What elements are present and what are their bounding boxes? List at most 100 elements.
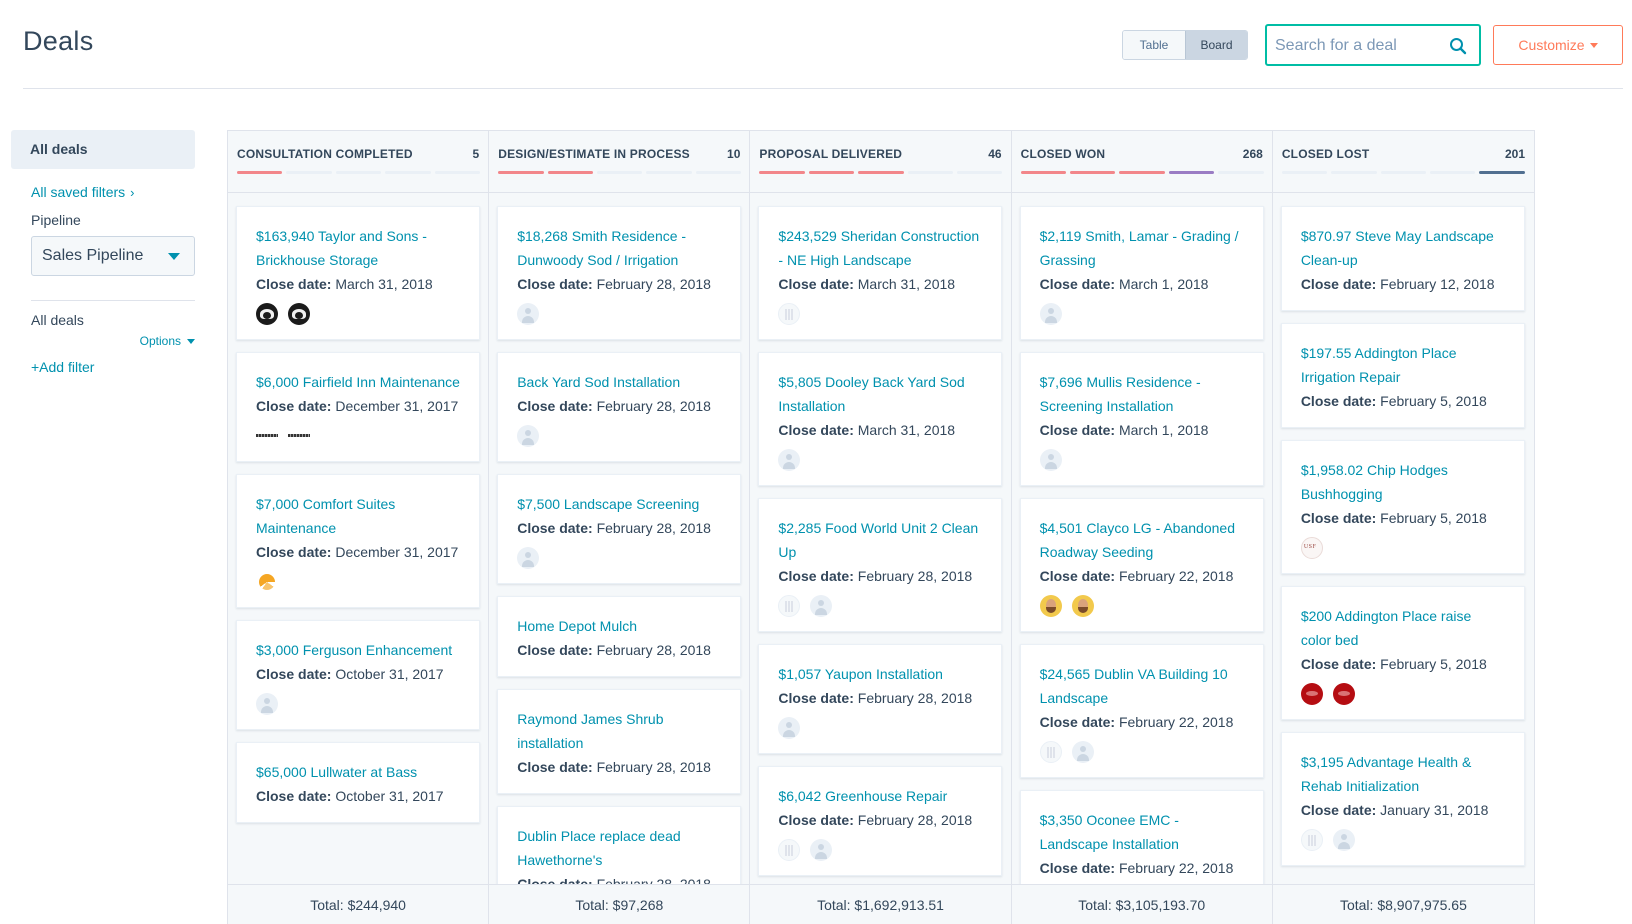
deal-name-link[interactable]: $6,042 Greenhouse Repair bbox=[778, 784, 982, 808]
contact-avatar-icon[interactable] bbox=[1039, 303, 1062, 325]
deal-name-link[interactable]: $5,805 Dooley Back Yard Sod Installation bbox=[778, 370, 982, 418]
deal-card[interactable]: $7,000 Comfort Suites Maintenance Close d… bbox=[236, 474, 480, 608]
company-avatar-icon[interactable] bbox=[1300, 829, 1323, 851]
deal-name-link[interactable]: Back Yard Sod Installation bbox=[517, 370, 721, 394]
deal-name-link[interactable]: $870.97 Steve May Landscape Clean-up bbox=[1301, 224, 1505, 272]
deal-name-link[interactable]: $1,958.02 Chip Hodges Bushhogging bbox=[1301, 458, 1505, 506]
marriott-avatar-icon[interactable] bbox=[288, 425, 310, 447]
search-input[interactable] bbox=[1275, 35, 1435, 57]
deal-name-link[interactable]: $2,119 Smith, Lamar - Grading / Grassing bbox=[1040, 224, 1244, 272]
board-view-button[interactable]: Board bbox=[1185, 31, 1247, 59]
deal-card[interactable]: $7,696 Mullis Residence - Screening Inst… bbox=[1019, 352, 1264, 486]
deal-name-link[interactable]: $7,696 Mullis Residence - Screening Inst… bbox=[1040, 370, 1244, 418]
close-date: Close date: March 31, 2018 bbox=[778, 418, 982, 442]
deal-card[interactable]: Home Depot Mulch Close date: February 28,… bbox=[497, 596, 742, 677]
deal-card[interactable]: $6,042 Greenhouse Repair Close date: Febr… bbox=[758, 766, 1003, 876]
contact-avatar-icon[interactable] bbox=[1039, 449, 1062, 471]
deal-card[interactable]: $5,805 Dooley Back Yard Sod Installation… bbox=[758, 352, 1003, 486]
deal-card[interactable]: $2,119 Smith, Lamar - Grading / Grassing… bbox=[1019, 206, 1264, 340]
sidebar-item-all-deals[interactable]: All deals bbox=[11, 130, 195, 169]
deal-name-link[interactable]: $2,285 Food World Unit 2 Clean Up bbox=[778, 516, 982, 564]
deal-card[interactable]: $3,000 Ferguson Enhancement Close date: O… bbox=[236, 620, 480, 730]
red-avatar-icon[interactable] bbox=[1300, 683, 1323, 705]
deal-card[interactable]: $2,285 Food World Unit 2 Clean Up Close d… bbox=[758, 498, 1003, 632]
company-avatar-icon[interactable] bbox=[778, 595, 801, 617]
progress-segment bbox=[1119, 171, 1165, 174]
progress-segment bbox=[385, 171, 431, 174]
deal-card[interactable]: $163,940 Taylor and Sons - Brickhouse St… bbox=[236, 206, 480, 340]
deal-card[interactable]: $6,000 Fairfield Inn Maintenance Close da… bbox=[236, 352, 480, 462]
deal-name-link[interactable]: Raymond James Shrub installation bbox=[517, 707, 721, 755]
deal-name-link[interactable]: $4,501 Clayco LG - Abandoned Roadway See… bbox=[1040, 516, 1244, 564]
options-dropdown[interactable]: Options bbox=[11, 334, 195, 348]
deal-card[interactable]: $1,958.02 Chip Hodges Bushhogging Close d… bbox=[1280, 440, 1525, 574]
deal-name-link[interactable]: $197.55 Addington Place Irrigation Repai… bbox=[1301, 341, 1505, 389]
deal-name-link[interactable]: $163,940 Taylor and Sons - Brickhouse St… bbox=[256, 224, 460, 272]
deal-card[interactable]: $3,195 Advantage Health & Rehab Initiali… bbox=[1280, 732, 1525, 866]
deal-card[interactable]: Raymond James Shrub installation Close da… bbox=[497, 689, 742, 794]
contact-avatar-icon[interactable] bbox=[778, 449, 801, 471]
deal-card[interactable]: $18,268 Smith Residence - Dunwoody Sod /… bbox=[497, 206, 742, 340]
company-avatar-icon[interactable] bbox=[1039, 741, 1062, 763]
deal-card[interactable]: $243,529 Sheridan Construction - NE High… bbox=[758, 206, 1003, 340]
deal-name-link[interactable]: $65,000 Lullwater at Bass bbox=[256, 760, 460, 784]
deal-name-link[interactable]: $6,000 Fairfield Inn Maintenance bbox=[256, 370, 460, 394]
deal-name-link[interactable]: $3,195 Advantage Health & Rehab Initiali… bbox=[1301, 750, 1505, 798]
deal-name-link[interactable]: Home Depot Mulch bbox=[517, 614, 721, 638]
current-view-name: All deals bbox=[31, 312, 84, 328]
dark-avatar-icon[interactable] bbox=[256, 303, 278, 325]
close-date-value: February 28, 2018 bbox=[596, 398, 711, 414]
deal-card[interactable]: $4,501 Clayco LG - Abandoned Roadway See… bbox=[1019, 498, 1264, 632]
search-icon[interactable] bbox=[1449, 37, 1467, 55]
deal-name-link[interactable]: $1,057 Yaupon Installation bbox=[778, 662, 982, 686]
company-avatar-icon[interactable] bbox=[778, 839, 801, 861]
contact-avatar-icon[interactable] bbox=[517, 303, 540, 325]
dark-avatar-icon[interactable] bbox=[288, 303, 310, 325]
close-date-label: Close date: bbox=[1300, 656, 1377, 672]
close-date-value: December 31, 2017 bbox=[335, 398, 459, 414]
contact-avatar-icon[interactable] bbox=[256, 693, 278, 715]
add-filter-link[interactable]: +Add filter bbox=[11, 359, 195, 375]
close-date-label: Close date: bbox=[778, 422, 854, 438]
deal-card[interactable]: $65,000 Lullwater at Bass Close date: Oct… bbox=[236, 742, 480, 823]
deal-card[interactable]: $200 Addington Place raise color bed Clos… bbox=[1280, 586, 1525, 720]
contact-avatar-icon[interactable] bbox=[810, 595, 833, 617]
table-view-button[interactable]: Table bbox=[1123, 31, 1185, 59]
deal-name-link[interactable]: $24,565 Dublin VA Building 10 Landscape bbox=[1040, 662, 1244, 710]
contact-avatar-icon[interactable] bbox=[1332, 829, 1355, 851]
deal-card[interactable]: $3,350 Oconee EMC - Landscape Installati… bbox=[1019, 790, 1264, 895]
deal-name-link[interactable]: $18,268 Smith Residence - Dunwoody Sod /… bbox=[517, 224, 721, 272]
deal-name-link[interactable]: $200 Addington Place raise color bed bbox=[1301, 604, 1505, 652]
deal-name-link[interactable]: $7,500 Landscape Screening bbox=[517, 492, 721, 516]
usf-avatar-icon[interactable] bbox=[1300, 537, 1323, 559]
close-date: Close date: December 31, 2017 bbox=[256, 540, 460, 564]
deal-name-link[interactable]: $3,000 Ferguson Enhancement bbox=[256, 638, 460, 662]
stage-progress-bar bbox=[1281, 171, 1525, 174]
deal-card[interactable]: Back Yard Sod Installation Close date: Fe… bbox=[497, 352, 742, 462]
deal-name-link[interactable]: $243,529 Sheridan Construction - NE High… bbox=[778, 224, 982, 272]
customize-button[interactable]: Customize bbox=[1493, 25, 1623, 65]
deal-card[interactable]: $197.55 Addington Place Irrigation Repai… bbox=[1280, 323, 1525, 428]
deal-card[interactable]: $1,057 Yaupon Installation Close date: Fe… bbox=[758, 644, 1003, 754]
company-avatar-icon[interactable] bbox=[778, 303, 801, 325]
marriott-avatar-icon[interactable] bbox=[256, 425, 278, 447]
deal-name-link[interactable]: $7,000 Comfort Suites Maintenance bbox=[256, 492, 460, 540]
deal-name-link[interactable]: Dublin Place replace dead Hawethorne's bbox=[517, 824, 721, 872]
contact-avatar-icon[interactable] bbox=[517, 425, 540, 447]
saved-filters-link[interactable]: All saved filters › bbox=[11, 184, 195, 200]
deal-card[interactable]: $24,565 Dublin VA Building 10 Landscape C… bbox=[1019, 644, 1264, 778]
column-header: PROPOSAL DELIVERED 46 bbox=[750, 131, 1011, 193]
contact-avatar-icon[interactable] bbox=[810, 839, 833, 861]
contact-avatar-icon[interactable] bbox=[778, 717, 801, 739]
face-avatar-icon[interactable] bbox=[1071, 595, 1094, 617]
face-avatar-icon[interactable] bbox=[1039, 595, 1062, 617]
deal-name-link[interactable]: $3,350 Oconee EMC - Landscape Installati… bbox=[1040, 808, 1244, 856]
deal-card[interactable]: $870.97 Steve May Landscape Clean-up Clos… bbox=[1280, 206, 1525, 311]
contact-avatar-icon[interactable] bbox=[1071, 741, 1094, 763]
progress-segment bbox=[808, 171, 855, 174]
pipeline-select[interactable]: Sales Pipeline bbox=[31, 236, 195, 276]
contact-avatar-icon[interactable] bbox=[517, 547, 540, 569]
deal-card[interactable]: $7,500 Landscape Screening Close date: Fe… bbox=[497, 474, 742, 584]
choice-avatar-icon[interactable] bbox=[256, 571, 278, 593]
red-avatar-icon[interactable] bbox=[1332, 683, 1355, 705]
